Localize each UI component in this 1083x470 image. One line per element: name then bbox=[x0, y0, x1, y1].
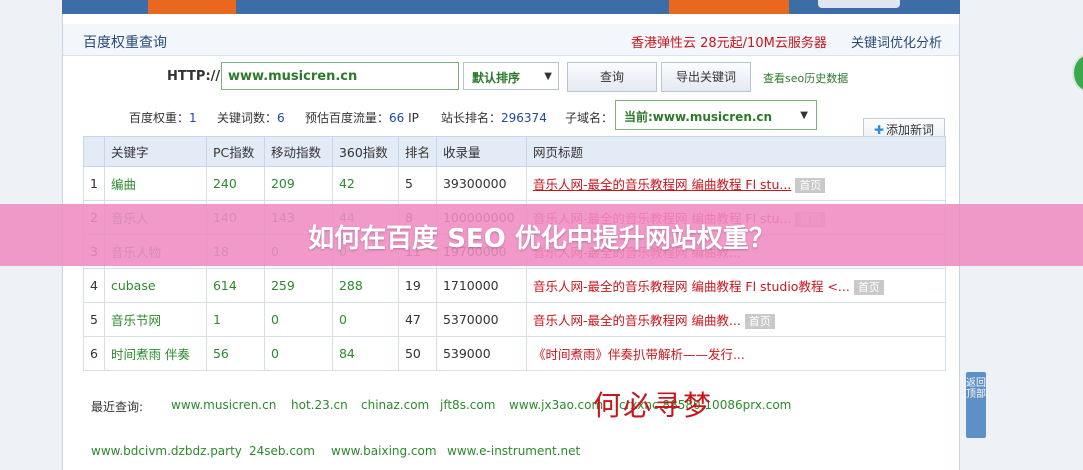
nav-tab-active-left[interactable] bbox=[148, 0, 236, 14]
pc-index-value: 240 bbox=[205, 166, 265, 201]
back-to-top-button[interactable]: 返回顶部 bbox=[966, 372, 986, 438]
row-index: 4 bbox=[83, 268, 105, 303]
recent-link[interactable]: jft8s.com bbox=[440, 398, 495, 412]
table-row: 5 音乐节网 1 0 0 47 5370000 音乐人网-最全的音乐教程网 编曲教... 首页 bbox=[83, 302, 947, 337]
row-index: 6 bbox=[83, 336, 105, 371]
watermark: 何必寻梦 bbox=[593, 389, 714, 422]
360-index-value: 0 bbox=[331, 302, 399, 337]
keyword-link[interactable]: cubase bbox=[103, 268, 207, 303]
col-keyword: 关键字 bbox=[103, 136, 207, 167]
rank-value: 47 bbox=[397, 302, 437, 337]
page-title-cell: 音乐人网-最全的音乐教程网 编曲教程 Fl stu... 首页 bbox=[525, 166, 947, 201]
row-index: 1 bbox=[83, 166, 105, 201]
http-label: HTTP:// bbox=[167, 69, 221, 84]
subdomain-label: 子域名： bbox=[565, 111, 614, 125]
mobile-index-value: 0 bbox=[263, 302, 333, 337]
indexed-value: 1710000 bbox=[435, 268, 527, 303]
rank-value: 5 bbox=[397, 166, 437, 201]
ad-link[interactable]: 香港弹性云 28元起/10M云服务器 bbox=[631, 32, 827, 51]
360-index-value: 84 bbox=[331, 336, 399, 371]
recent-link[interactable]: www.musicren.cn bbox=[171, 398, 276, 412]
page-title-cell: 音乐人网-最全的音乐教程网 编曲教程 Fl studio教程 <... 首页 bbox=[525, 268, 947, 303]
search-row: HTTP:// 默认排序 ▼ 查询 导出关键词 查看seo历史数据 bbox=[63, 60, 959, 92]
stats-row: 百度权重：1 关键词数：6 预估百度流量：66 IP 站长排名：296374 子… bbox=[63, 100, 959, 130]
rank-value: 19 bbox=[397, 268, 437, 303]
col-index bbox=[83, 136, 105, 167]
chevron-down-icon: ▼ bbox=[544, 71, 552, 82]
page-title-cell: 《时间煮雨》伴奏扒带解析——发行... bbox=[525, 336, 947, 371]
page-title-link[interactable]: 音乐人网-最全的音乐教程网 编曲教程 Fl stu... bbox=[533, 177, 791, 192]
table-header-row: 关键字 PC指数 移动指数 360指数 排名 收录量 网页标题 bbox=[83, 136, 947, 167]
recent-label: 最近查询: bbox=[91, 400, 144, 414]
page-title-link[interactable]: 音乐人网-最全的音乐教程网 编曲教程 Fl studio教程 <... bbox=[533, 279, 850, 294]
table-row: 6 时间煮雨 伴奏 56 0 84 50 539000 《时间煮雨》伴奏扒带解析——发行... bbox=[83, 336, 947, 371]
mobile-index-value: 259 bbox=[263, 268, 333, 303]
panel-header: 百度权重查询 香港弹性云 28元起/10M云服务器 关键词优化分析 bbox=[63, 24, 959, 56]
plus-icon: ✚ bbox=[873, 123, 885, 137]
col-pc-index: PC指数 bbox=[205, 136, 265, 167]
col-rank: 排名 bbox=[397, 136, 437, 167]
page-title-link[interactable]: 音乐人网-最全的音乐教程网 编曲教... bbox=[533, 313, 741, 328]
page-title-link[interactable]: 《时间煮雨》伴奏扒带解析——发行... bbox=[533, 347, 745, 362]
seo-history-link[interactable]: 查看seo历史数据 bbox=[763, 70, 848, 86]
seo-analysis-link[interactable]: 关键词优化分析 bbox=[851, 32, 942, 51]
stat-weight: 百度权重：1 bbox=[129, 111, 197, 125]
table-row: 4 cubase 614 259 288 19 1710000 音乐人网-最全的音乐教程网 编… bbox=[83, 268, 947, 303]
recent-link[interactable]: www.e-instrument.net bbox=[447, 444, 580, 458]
360-index-value: 42 bbox=[331, 166, 399, 201]
subdomain-selected-value: 当前:www.musicren.cn bbox=[624, 110, 773, 124]
home-page-badge: 首页 bbox=[744, 314, 775, 329]
recent-link[interactable]: chinaz.com bbox=[361, 398, 429, 412]
page-title-cell: 音乐人网-最全的音乐教程网 编曲教... 首页 bbox=[525, 302, 947, 337]
green-circle-icon[interactable] bbox=[1072, 54, 1083, 92]
nav-pill-button[interactable] bbox=[818, 0, 900, 8]
title-banner: 如何在百度 SEO 优化中提升网站权重？ bbox=[0, 204, 1083, 266]
stat-traffic: 预估百度流量：66 IP bbox=[305, 111, 419, 125]
home-page-badge: 首页 bbox=[853, 280, 884, 295]
subdomain-select[interactable]: 当前:www.musicren.cn ▼ bbox=[615, 100, 817, 130]
home-page-badge: 首页 bbox=[795, 178, 826, 193]
col-page-title: 网页标题 bbox=[525, 136, 947, 167]
top-nav-bar bbox=[62, 0, 960, 14]
indexed-value: 5370000 bbox=[435, 302, 527, 337]
col-mobile-index: 移动指数 bbox=[263, 136, 333, 167]
pc-index-value: 56 bbox=[205, 336, 265, 371]
url-input[interactable] bbox=[221, 62, 459, 90]
indexed-value: 39300000 bbox=[435, 166, 527, 201]
rank-value: 50 bbox=[397, 336, 437, 371]
indexed-value: 539000 bbox=[435, 336, 527, 371]
mobile-index-value: 0 bbox=[263, 336, 333, 371]
keyword-link[interactable]: 时间煮雨 伴奏 bbox=[103, 336, 207, 371]
page-title: 百度权重查询 bbox=[83, 35, 167, 51]
query-button[interactable]: 查询 bbox=[567, 62, 657, 92]
recent-link[interactable]: 24seb.com bbox=[249, 444, 315, 458]
banner-text: 如何在百度 SEO 优化中提升网站权重？ bbox=[308, 224, 775, 254]
nav-tab-active-right[interactable] bbox=[669, 0, 789, 14]
recent-link[interactable]: hot.23.cn bbox=[291, 398, 348, 412]
row-index: 5 bbox=[83, 302, 105, 337]
360-index-value: 288 bbox=[331, 268, 399, 303]
pc-index-value: 1 bbox=[205, 302, 265, 337]
mobile-index-value: 209 bbox=[263, 166, 333, 201]
pc-index-value: 614 bbox=[205, 268, 265, 303]
sort-select[interactable]: 默认排序 ▼ bbox=[463, 62, 559, 90]
keyword-link[interactable]: 音乐节网 bbox=[103, 302, 207, 337]
stat-keywords: 关键词数：6 bbox=[217, 111, 285, 125]
recent-link[interactable]: www.jx3ao.com bbox=[509, 398, 603, 412]
col-indexed: 收录量 bbox=[435, 136, 527, 167]
export-keywords-button[interactable]: 导出关键词 bbox=[661, 62, 751, 92]
table-row: 1 编曲 240 209 42 5 39300000 音乐人网-最全的音乐教程网 编曲教程 F… bbox=[83, 166, 947, 201]
col-360-index: 360指数 bbox=[331, 136, 399, 167]
chevron-down-icon: ▼ bbox=[800, 110, 808, 121]
stat-rank: 站长排名：296374 bbox=[441, 111, 547, 125]
sort-selected-value: 默认排序 bbox=[472, 71, 521, 85]
recent-link[interactable]: www.bdcivm.dzbdz.party bbox=[91, 444, 242, 458]
keyword-link[interactable]: 编曲 bbox=[103, 166, 207, 201]
recent-link[interactable]: www.baixing.com bbox=[331, 444, 437, 458]
